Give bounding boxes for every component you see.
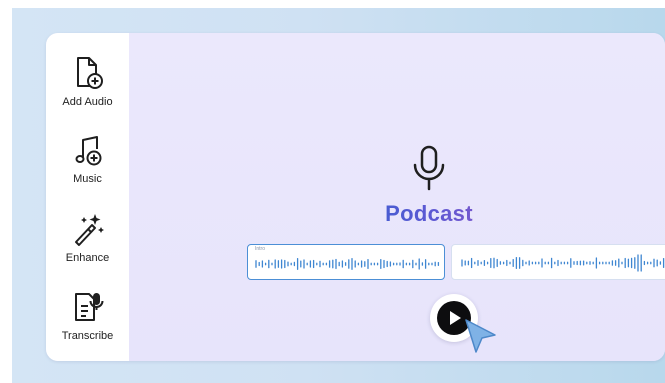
- microphone-icon: [411, 145, 447, 200]
- sidebar-item-music[interactable]: Music: [46, 134, 129, 204]
- music-add-icon: [71, 134, 105, 168]
- editor-card: Add Audio Music Enhance Transcribe Podca…: [46, 33, 665, 361]
- sidebar-item-label: Enhance: [65, 252, 110, 264]
- sidebar-item-label: Transcribe: [61, 330, 114, 342]
- sidebar-item-label: Music: [73, 173, 102, 185]
- sidebar-item-label: Add Audio: [62, 96, 113, 108]
- main-canvas: Podcast Intro: [129, 33, 665, 361]
- waveform: [255, 258, 440, 270]
- sidebar-item-add-audio[interactable]: Add Audio: [46, 55, 129, 125]
- magic-wand-icon: [71, 211, 105, 247]
- audio-clip-intro[interactable]: Intro: [247, 244, 445, 280]
- add-audio-icon: [71, 55, 105, 91]
- waveform: [461, 254, 665, 272]
- tool-sidebar: Add Audio Music Enhance Transcribe: [46, 33, 129, 361]
- audio-clip-main[interactable]: [451, 244, 665, 280]
- cursor-pointer-icon: [463, 317, 499, 361]
- sidebar-item-enhance[interactable]: Enhance: [46, 211, 129, 281]
- transcribe-icon: [71, 289, 105, 325]
- project-title: Podcast: [349, 201, 509, 227]
- sidebar-item-transcribe[interactable]: Transcribe: [46, 289, 129, 359]
